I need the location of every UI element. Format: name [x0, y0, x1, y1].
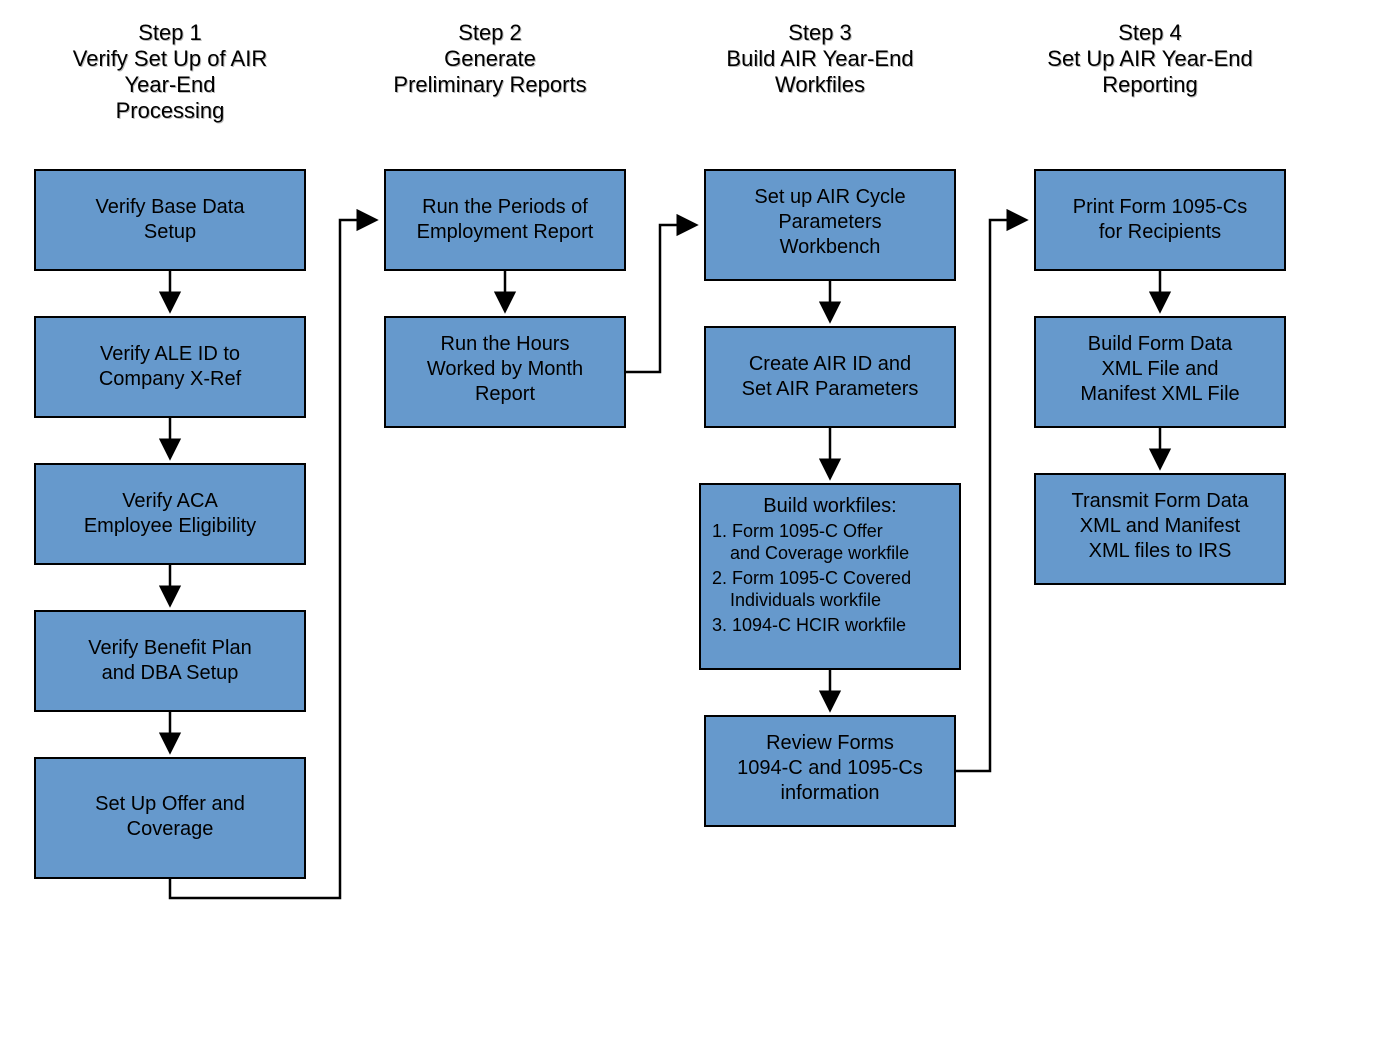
- box-verify-aca-eligibility: [35, 464, 305, 564]
- step1-heading-l3: Year-End: [125, 72, 216, 97]
- flowchart: Step 1 Verify Set Up of AIR Year-End Pro…: [0, 0, 1395, 1039]
- box-build-workfiles-i1b: and Coverage workfile: [730, 543, 909, 563]
- box-air-cycle-l2: Parameters: [778, 211, 881, 233]
- box-create-air-id: [705, 327, 955, 427]
- box-print-1095c-l2: for Recipients: [1099, 221, 1221, 243]
- box-build-xml-l2: XML File and: [1101, 358, 1218, 380]
- step2-heading-l2: Generate: [444, 46, 536, 71]
- box-run-hours-l1: Run the Hours: [441, 333, 570, 355]
- box-build-workfiles-i3a: 3. 1094-C HCIR workfile: [712, 615, 906, 635]
- step1-heading-l2: Verify Set Up of AIR: [73, 46, 267, 71]
- box-review-l3: information: [781, 782, 880, 804]
- box-verify-benefit-l2: and DBA Setup: [102, 662, 239, 684]
- box-verify-aca-l2: Employee Eligibility: [84, 515, 256, 537]
- box-create-air-l1: Create AIR ID and: [749, 353, 911, 375]
- box-transmit-l2: XML and Manifest: [1080, 515, 1241, 537]
- box-verify-base-data: [35, 170, 305, 270]
- step3-heading-l1: Step 3: [788, 20, 852, 45]
- step1-heading-l1: Step 1: [138, 20, 202, 45]
- box-setup-offer-l2: Coverage: [127, 818, 214, 840]
- box-run-hours-l2: Worked by Month: [427, 358, 583, 380]
- box-review-l2: 1094-C and 1095-Cs: [737, 757, 923, 779]
- box-build-workfiles-i2b: Individuals workfile: [730, 590, 881, 610]
- box-build-workfiles-i2a: 2. Form 1095-C Covered: [712, 568, 911, 588]
- box-setup-offer-l1: Set Up Offer and: [95, 793, 245, 815]
- box-verify-ale-id-l1: Verify ALE ID to: [100, 343, 240, 365]
- step4-heading-l1: Step 4: [1118, 20, 1182, 45]
- arrow-step2-to-step3: [625, 225, 695, 372]
- step4-heading-l3: Reporting: [1102, 72, 1197, 97]
- box-transmit-l1: Transmit Form Data: [1071, 490, 1249, 512]
- box-build-workfiles-i1a: 1. Form 1095-C Offer: [712, 521, 883, 541]
- box-air-cycle-l3: Workbench: [780, 236, 881, 258]
- step2-heading-l1: Step 2: [458, 20, 522, 45]
- step2-heading-l3: Preliminary Reports: [393, 72, 586, 97]
- step3-heading-l2: Build AIR Year-End: [726, 46, 913, 71]
- box-verify-benefit-plan: [35, 611, 305, 711]
- box-verify-ale-id-l2: Company X-Ref: [99, 368, 242, 390]
- box-create-air-l2: Set AIR Parameters: [742, 378, 919, 400]
- box-build-xml-l3: Manifest XML File: [1080, 383, 1239, 405]
- box-review-l1: Review Forms: [766, 732, 894, 754]
- box-verify-base-data-l1: Verify Base Data: [96, 196, 246, 218]
- box-verify-base-data-l2: Setup: [144, 221, 196, 243]
- step3-heading-l3: Workfiles: [775, 72, 865, 97]
- box-print-1095c-l1: Print Form 1095-Cs: [1073, 196, 1248, 218]
- box-build-workfiles-title: Build workfiles:: [763, 495, 896, 517]
- box-air-cycle-l1: Set up AIR Cycle: [754, 186, 905, 208]
- box-run-periods-l1: Run the Periods of: [422, 196, 588, 218]
- box-run-periods-employment: [385, 170, 625, 270]
- box-run-hours-l3: Report: [475, 383, 535, 405]
- box-verify-aca-l1: Verify ACA: [122, 490, 218, 512]
- box-print-1095c: [1035, 170, 1285, 270]
- box-verify-ale-id: [35, 317, 305, 417]
- box-transmit-l3: XML files to IRS: [1089, 540, 1232, 562]
- step4-heading-l2: Set Up AIR Year-End: [1047, 46, 1252, 71]
- box-run-periods-l2: Employment Report: [417, 221, 594, 243]
- arrow-step3-to-step4: [955, 220, 1025, 771]
- box-build-xml-l1: Build Form Data: [1088, 333, 1233, 355]
- box-verify-benefit-l1: Verify Benefit Plan: [88, 637, 251, 659]
- step1-heading-l4: Processing: [116, 98, 225, 123]
